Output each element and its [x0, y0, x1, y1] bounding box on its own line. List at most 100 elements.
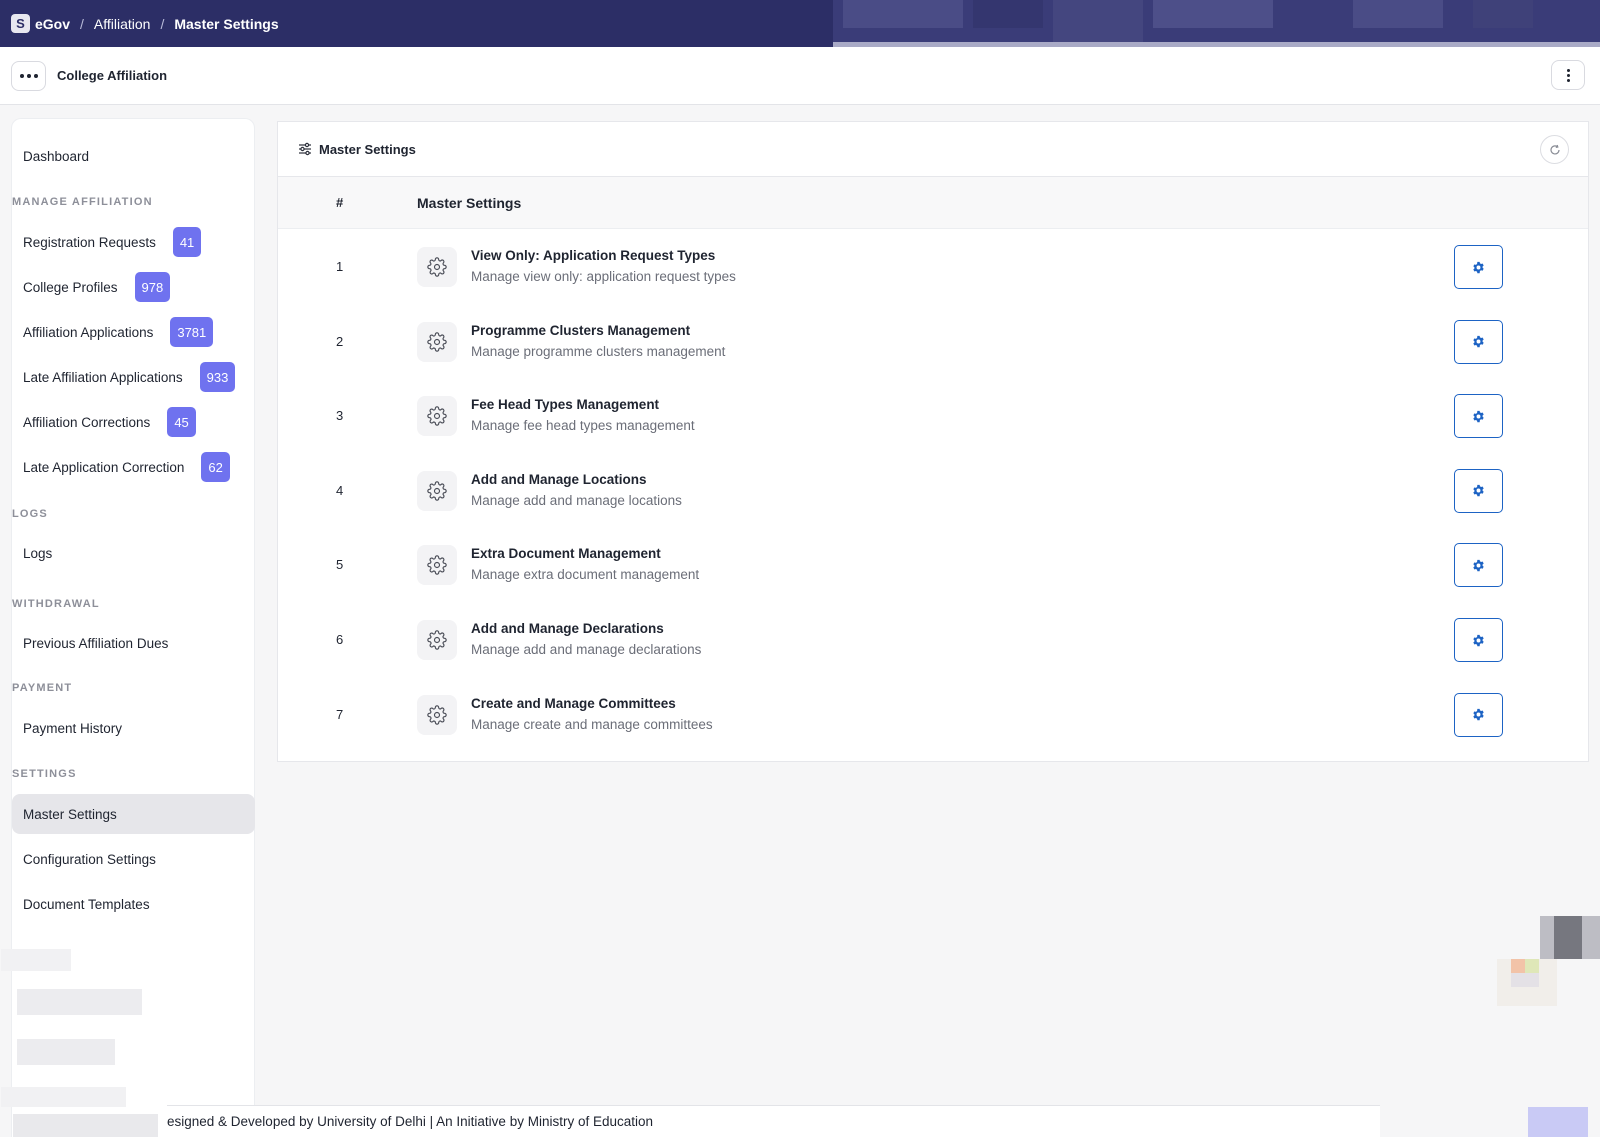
more-horizontal-icon [26, 74, 31, 78]
row-number: 7 [336, 706, 344, 722]
panel-title: Master Settings [319, 142, 416, 157]
top-navbar: S eGov / Affiliation / Master Settings [0, 0, 1600, 55]
column-header-master-settings: Master Settings [417, 195, 522, 211]
gear-icon [417, 321, 457, 362]
cog-solid-icon [1473, 708, 1484, 721]
sidebar-section-withdrawal: WITHDRAWAL [12, 598, 100, 610]
row-number: 4 [336, 482, 344, 498]
gear-icon [417, 694, 457, 735]
open-setting-button[interactable] [1454, 468, 1503, 513]
sidebar-item-label: Previous Affiliation Dues [23, 635, 169, 651]
setting-description: Manage extra document management [471, 567, 700, 583]
setting-title: Programme Clusters Management [471, 322, 691, 338]
sidebar-item-label: Document Templates [23, 896, 150, 912]
footer-text: esigned & Developed by University of Del… [167, 1114, 653, 1129]
gear-icon [417, 396, 457, 437]
open-setting-button[interactable] [1454, 618, 1503, 662]
sidebar-item-label: Late Affiliation Applications [23, 369, 183, 385]
sidebar-item-document-templates[interactable]: Document Templates [12, 884, 255, 924]
breadcrumb-separator: / [80, 15, 84, 32]
sidebar-section-settings: SETTINGS [12, 768, 77, 780]
open-setting-button[interactable] [1454, 692, 1503, 737]
setting-title: Fee Head Types Management [471, 397, 660, 413]
sidebar-item-affiliation-corrections[interactable]: Affiliation Corrections 45 [12, 402, 255, 442]
row-number: 2 [336, 333, 344, 349]
more-vertical-icon [1566, 68, 1570, 72]
table-header: # Master Settings [278, 177, 1588, 229]
count-badge: 41 [172, 227, 202, 257]
sidebar-item-label: Registration Requests [23, 234, 156, 250]
open-setting-button[interactable] [1454, 319, 1503, 364]
sidebar-item-label: Configuration Settings [23, 851, 156, 867]
sliders-icon [298, 142, 312, 161]
brand-logo-icon[interactable]: S [11, 14, 30, 33]
setting-description: Manage fee head types management [471, 418, 695, 434]
gear-icon [417, 247, 457, 287]
sidebar-item-label: Late Application Correction [23, 459, 185, 475]
sidebar-item-registration-requests[interactable]: Registration Requests 41 [12, 222, 255, 262]
gear-icon [417, 470, 457, 511]
cog-solid-icon [1473, 410, 1484, 422]
more-vertical-icon [1566, 78, 1570, 82]
sidebar-item-logs[interactable]: Logs [12, 533, 255, 573]
cog-solid-icon [1473, 559, 1484, 572]
table-row: 6 Add and Manage Declarations Manage add… [278, 602, 1588, 678]
count-badge: 3781 [170, 317, 214, 347]
panel-header: Master Settings [278, 122, 1588, 177]
sidebar-item-label: Dashboard [23, 148, 90, 164]
cog-solid-icon [1473, 634, 1484, 646]
setting-description: Manage add and manage locations [471, 492, 682, 508]
more-menu-button[interactable] [11, 61, 46, 91]
sidebar: Dashboard MANAGE AFFILIATION Registratio… [1, 118, 255, 1137]
breadcrumb-separator: / [160, 15, 165, 32]
sub-header: College Affiliation [0, 47, 1600, 105]
open-setting-button[interactable] [1454, 245, 1503, 289]
sidebar-item-label: Payment History [23, 720, 123, 736]
row-number: 6 [336, 632, 344, 647]
count-badge: 933 [199, 362, 236, 392]
table-row: 7 Create and Manage Committees Manage cr… [278, 677, 1588, 753]
sidebar-item-late-application-correction[interactable]: Late Application Correction 62 [12, 447, 255, 487]
sidebar-section-manage-affiliation: MANAGE AFFILIATION [12, 196, 153, 208]
brand-name[interactable]: eGov [35, 16, 70, 32]
setting-description: Manage view only: application request ty… [471, 269, 736, 284]
refresh-icon [1549, 144, 1560, 154]
table-row: 5 Extra Document Management Manage extra… [278, 527, 1588, 603]
sidebar-item-label: Master Settings [23, 806, 117, 822]
open-setting-button[interactable] [1454, 543, 1503, 588]
breadcrumb-affiliation[interactable]: Affiliation [94, 16, 151, 32]
table-row: 3 Fee Head Types Management Manage fee h… [278, 378, 1588, 454]
app-title: College Affiliation [57, 68, 168, 83]
sidebar-item-label: College Profiles [23, 279, 118, 295]
table-row: 2 Programme Clusters Management Manage p… [278, 304, 1588, 380]
sidebar-item-late-affiliation-applications[interactable]: Late Affiliation Applications 933 [12, 357, 255, 397]
open-setting-button[interactable] [1454, 394, 1503, 439]
column-header-number: # [336, 195, 344, 210]
table-row: 1 View Only: Application Request Types M… [278, 229, 1588, 305]
sidebar-section-payment: PAYMENT [12, 682, 73, 694]
cog-solid-icon [1473, 335, 1484, 348]
sidebar-item-label: Affiliation Corrections [23, 414, 151, 430]
setting-title: Create and Manage Committees [471, 695, 676, 711]
sidebar-item-payment-history[interactable]: Payment History [12, 708, 255, 748]
gear-icon [417, 545, 457, 586]
more-vertical-icon [1566, 73, 1570, 77]
kebab-menu-button[interactable] [1551, 60, 1585, 90]
sidebar-item-affiliation-applications[interactable]: Affiliation Applications 3781 [12, 312, 255, 352]
setting-title: View Only: Application Request Types [471, 248, 716, 263]
refresh-button[interactable] [1540, 135, 1569, 164]
sidebar-item-dashboard[interactable]: Dashboard [12, 136, 255, 176]
setting-title: Add and Manage Locations [471, 471, 647, 487]
cog-solid-icon [1473, 485, 1484, 497]
row-number: 1 [336, 259, 344, 274]
sidebar-item-master-settings[interactable]: Master Settings [12, 794, 255, 834]
sidebar-item-previous-affiliation-dues[interactable]: Previous Affiliation Dues [12, 623, 255, 663]
table-row: 4 Add and Manage Locations Manage add an… [278, 453, 1588, 529]
setting-description: Manage add and manage declarations [471, 642, 702, 657]
more-horizontal-icon [19, 74, 24, 78]
sidebar-item-college-profiles[interactable]: College Profiles 978 [12, 267, 255, 307]
setting-description: Manage create and manage committees [471, 716, 713, 732]
sidebar-section-logs: LOGS [12, 508, 48, 520]
sidebar-item-configuration-settings[interactable]: Configuration Settings [12, 839, 255, 879]
master-settings-panel: Master Settings # Master Settings 1 View… [277, 121, 1589, 762]
